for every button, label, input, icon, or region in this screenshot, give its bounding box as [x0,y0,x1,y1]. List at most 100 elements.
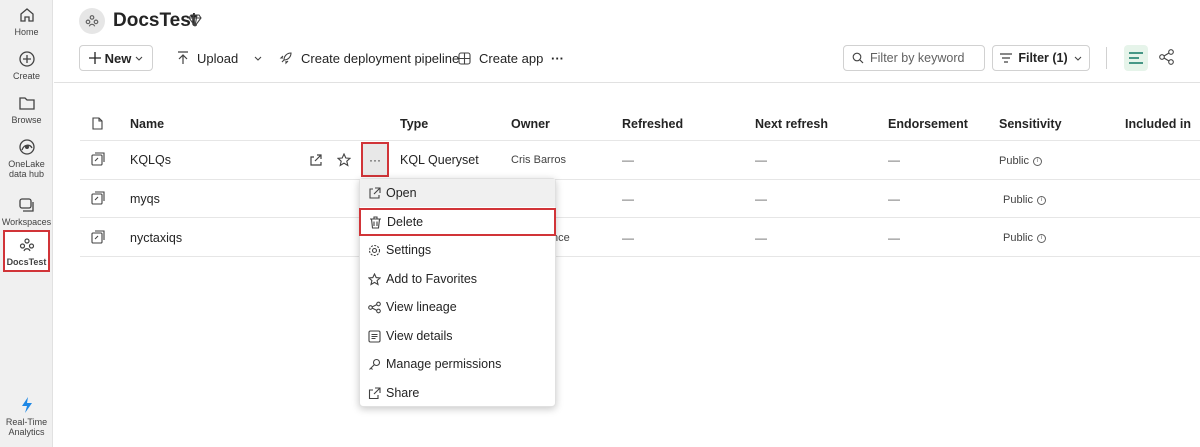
trash-icon [370,215,381,229]
menu-item-label: View details [386,329,453,343]
create-app-button[interactable]: Create app [458,45,543,71]
create-deployment-pipeline-button[interactable]: Create deployment pipeline [279,45,459,71]
share-icon[interactable] [309,153,323,167]
context-menu: Open Delete Settings Add to Favorites Vi… [359,178,556,407]
filter-keyword-placeholder: Filter by keyword [870,51,965,65]
more-options-icon: ··· [551,50,564,66]
lineage-view-icon[interactable] [1159,48,1175,66]
row-next-refresh: — [755,192,767,206]
menu-item-add-to-favorites[interactable]: Add to Favorites [360,265,555,293]
details-icon [368,329,381,343]
row-owner: Cris Barros [511,154,567,166]
column-header-type[interactable]: Type [400,117,428,131]
menu-item-label: Share [386,386,420,400]
plus-icon [88,52,101,64]
menu-item-label: View lineage [386,300,457,314]
chevron-down-icon [1074,56,1082,61]
rail-realtime-label: Real-Time Analytics [5,417,48,437]
rail-workspaces[interactable]: Workspaces [0,196,53,227]
menu-item-label: Manage permissions [386,357,502,371]
column-header-name[interactable]: Name [130,117,164,131]
row-divider [80,256,1200,257]
rail-create[interactable]: Create [0,50,53,81]
app-grid-icon [458,51,471,65]
share-icon [368,386,381,399]
row-name[interactable]: KQLQs [130,153,171,167]
list-view-icon [1129,52,1143,64]
sensitivity-label: Public [1003,194,1033,206]
lineage-icon [368,301,381,313]
new-button-label: New [104,50,132,66]
list-view-toggle[interactable] [1124,45,1148,71]
column-header-included-in[interactable]: Included in [1125,117,1191,131]
row-sensitivity: Public i [999,155,1042,167]
rail-onelake[interactable]: OneLake data hub [0,138,53,179]
row-divider [80,179,1200,180]
menu-item-settings[interactable]: Settings [360,236,555,264]
menu-item-label: Open [386,186,417,200]
rail-home-label: Home [14,27,39,37]
rail-onelake-label: OneLake data hub [8,159,45,179]
rail-docstest-label: DocsTest [6,257,47,267]
menu-item-label: Add to Favorites [386,272,478,286]
menu-item-view-lineage[interactable]: View lineage [360,293,555,321]
row-name[interactable]: nyctaxiqs [130,231,182,245]
rail-docstest[interactable]: DocsTest [3,230,50,272]
onelake-icon [18,139,35,155]
menu-item-view-details[interactable]: View details [360,322,555,350]
info-icon[interactable]: i [1032,156,1042,166]
workspace-people-icon [19,238,34,252]
page-title: DocsTest [113,10,198,31]
lightning-icon [21,397,32,413]
star-icon[interactable] [337,153,351,167]
rail-home[interactable]: Home [0,6,53,37]
row-name[interactable]: myqs [130,192,160,206]
row-next-refresh: — [755,153,767,167]
gear-icon [368,244,381,256]
menu-item-open[interactable]: Open [360,179,555,207]
column-header-next-refresh[interactable]: Next refresh [755,117,828,131]
upload-button-label: Upload [197,50,239,66]
rail-realtime[interactable]: Real-Time Analytics [0,396,53,437]
rail-browse[interactable]: Browse [0,94,53,125]
row-endorsement: — [888,153,900,167]
more-options-icon: ··· [369,152,381,167]
filter-keyword-input[interactable]: Filter by keyword [843,45,985,71]
row-sensitivity: Public i [1003,232,1046,244]
rail-create-label: Create [12,71,40,81]
upload-icon [178,51,188,64]
column-header-sensitivity[interactable]: Sensitivity [999,117,1062,131]
home-icon [19,8,34,22]
info-icon[interactable]: i [1036,233,1046,243]
filter-button[interactable]: Filter (1) [992,45,1090,71]
row-refreshed: — [622,153,634,167]
chevron-down-icon [254,56,262,61]
menu-item-share[interactable]: Share [360,379,555,407]
column-header-refreshed[interactable]: Refreshed [622,117,683,131]
sensitivity-label: Public [999,155,1029,167]
search-icon [852,52,864,64]
menu-item-label: Settings [386,243,432,257]
premium-diamond-icon[interactable] [188,13,202,27]
kql-queryset-icon [91,191,105,205]
toolbar-more-button[interactable]: ··· [551,45,564,71]
menu-item-delete[interactable]: Delete [359,208,556,236]
key-icon [369,358,381,370]
new-button[interactable]: New [79,45,153,71]
kql-queryset-icon [91,152,105,166]
plus-circle-icon [18,51,35,67]
folder-icon [18,97,35,110]
menu-item-manage-permissions[interactable]: Manage permissions [360,350,555,378]
workspace-avatar [79,8,105,34]
star-icon [368,272,381,286]
column-header-owner[interactable]: Owner [511,117,550,131]
info-icon[interactable]: i [1036,195,1046,205]
menu-item-label: Delete [387,215,424,229]
kql-queryset-icon [91,230,105,244]
open-external-icon [369,186,381,199]
row-more-options-button[interactable]: ··· [361,142,389,177]
column-header-endorsement[interactable]: Endorsement [888,117,968,131]
upload-button[interactable]: Upload [177,45,262,71]
filter-button-label: Filter (1) [1018,51,1068,65]
rail-workspaces-label: Workspaces [1,217,52,227]
